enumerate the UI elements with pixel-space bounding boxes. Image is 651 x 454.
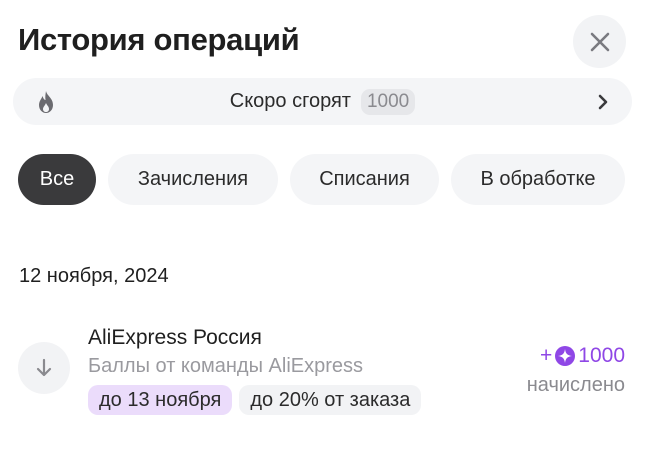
operation-description: Баллы от команды AliExpress — [88, 355, 364, 377]
close-button[interactable] — [573, 15, 626, 68]
filter-tabs: Все Зачисления Списания В обработке — [18, 154, 625, 205]
expiring-points-bar[interactable]: Скоро сгорят 1000 — [13, 78, 632, 125]
operation-type-badge — [18, 342, 70, 394]
operation-merchant: AliExpress Россия — [88, 326, 262, 349]
expiring-points-label: Скоро сгорят — [229, 90, 351, 112]
limit-tag: до 20% от заказа — [239, 385, 422, 415]
amount-sign: + — [540, 344, 553, 367]
group-date: 12 ноября, 2024 — [19, 265, 169, 287]
operation-item[interactable]: AliExpress Россия Баллы от команды AliEx… — [18, 322, 628, 422]
filter-debits[interactable]: Списания — [290, 154, 439, 205]
points-coin-icon — [555, 346, 576, 366]
close-icon — [590, 32, 609, 51]
arrow-down-icon — [36, 358, 52, 377]
filter-all[interactable]: Все — [18, 154, 96, 205]
operation-amount: + 1000 — [540, 344, 625, 368]
expiring-points-amount: 1000 — [360, 88, 416, 115]
expiry-tag: до 13 ноября — [88, 385, 233, 415]
operation-tags: до 13 ноября до 20% от заказа — [88, 385, 422, 415]
operation-status: начислено — [526, 374, 625, 396]
amount-value: 1000 — [578, 344, 625, 367]
filter-processing[interactable]: В обработке — [451, 154, 625, 205]
chevron-right-icon — [598, 94, 608, 110]
filter-credits[interactable]: Зачисления — [108, 154, 278, 205]
page-title: История операций — [18, 22, 300, 57]
